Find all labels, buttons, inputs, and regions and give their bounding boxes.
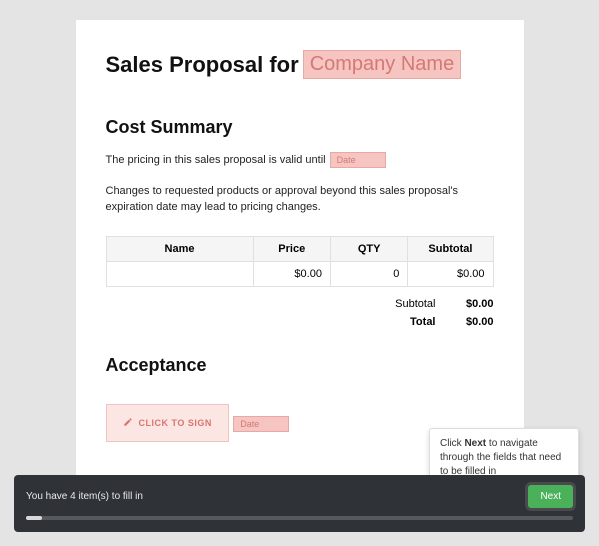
tooltip-bold: Next	[464, 438, 486, 449]
valid-until-date-field[interactable]: Date	[330, 152, 386, 168]
title-row: Sales Proposal for Company Name	[106, 50, 494, 79]
click-to-sign-button[interactable]: CLICK TO SIGN	[106, 404, 229, 442]
page-title: Sales Proposal for	[106, 52, 299, 78]
acceptance-heading: Acceptance	[106, 355, 494, 376]
items-to-fill-message: You have 4 item(s) to fill in	[26, 491, 143, 502]
col-subtotal: Subtotal	[408, 236, 493, 261]
bottom-bar: You have 4 item(s) to fill in Next	[14, 475, 585, 532]
pen-icon	[123, 417, 133, 429]
cell-name	[106, 261, 253, 286]
cell-qty: 0	[330, 261, 407, 286]
pricing-valid-row: The pricing in this sales proposal is va…	[106, 152, 494, 169]
tooltip-pre: Click	[440, 438, 464, 449]
col-price: Price	[253, 236, 330, 261]
changes-note: Changes to requested products or approva…	[106, 183, 494, 216]
cell-price: $0.00	[253, 261, 330, 286]
col-qty: QTY	[330, 236, 407, 261]
cost-table: Name Price QTY Subtotal $0.00 0 $0.00	[106, 236, 494, 287]
col-name: Name	[106, 236, 253, 261]
acceptance-date-field[interactable]: Date	[233, 416, 289, 432]
next-button[interactable]: Next	[528, 485, 573, 508]
total-label: Total	[386, 316, 436, 328]
bottom-bar-row: You have 4 item(s) to fill in Next	[26, 485, 573, 508]
table-header-row: Name Price QTY Subtotal	[106, 236, 493, 261]
progress-fill	[26, 516, 42, 520]
company-name-field[interactable]: Company Name	[303, 50, 462, 79]
sign-label: CLICK TO SIGN	[139, 418, 212, 428]
total-row: Total $0.00	[386, 313, 494, 331]
subtotal-label: Subtotal	[386, 298, 436, 310]
acceptance-date-row: Date	[233, 414, 289, 432]
cell-subtotal: $0.00	[408, 261, 493, 286]
cost-summary-heading: Cost Summary	[106, 117, 494, 138]
subtotal-row: Subtotal $0.00	[386, 295, 494, 313]
pricing-valid-text: The pricing in this sales proposal is va…	[106, 152, 326, 169]
progress-track	[26, 516, 573, 520]
table-row: $0.00 0 $0.00	[106, 261, 493, 286]
subtotal-value: $0.00	[454, 298, 494, 310]
total-value: $0.00	[454, 316, 494, 328]
totals-block: Subtotal $0.00 Total $0.00	[106, 295, 494, 331]
